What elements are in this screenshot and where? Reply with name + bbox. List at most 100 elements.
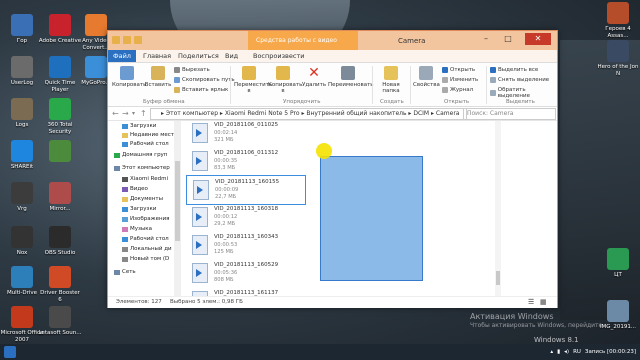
desktop-icon[interactable]: IMG_20191... xyxy=(596,300,640,331)
nav-item[interactable]: Этот компьютер xyxy=(114,165,170,171)
delete-button[interactable]: ✕ Удалить xyxy=(302,65,326,88)
app-icon xyxy=(49,306,71,328)
content-scroll-thumb[interactable] xyxy=(496,271,500,285)
invert-icon xyxy=(490,90,496,96)
nav-item[interactable]: Рабочий стол xyxy=(122,236,169,242)
nav-item[interactable]: Xiaomi Redmi xyxy=(122,176,168,182)
nav-item-label: Видео xyxy=(130,186,148,192)
nav-item[interactable]: Видео xyxy=(122,186,148,192)
desktop-icon[interactable]: OBS Studio xyxy=(38,226,82,257)
forward-icon[interactable]: → xyxy=(122,109,129,118)
file-item[interactable]: VID_20181106_011025 00:02:14 321 МБ xyxy=(186,121,304,147)
select-none-button[interactable]: Снять выделение xyxy=(490,77,549,83)
nav-item[interactable]: Рабочий стол xyxy=(122,141,169,147)
nav-item[interactable]: Новый том (D xyxy=(122,256,169,262)
history-button[interactable]: Журнал xyxy=(442,87,473,93)
network-icon[interactable]: ▮ xyxy=(557,349,560,355)
cut-button[interactable]: Вырезать xyxy=(174,67,210,73)
tab-file[interactable]: Файл xyxy=(108,50,136,62)
file-item[interactable]: VID_20181106_011312 00:00:35 83,3 МБ xyxy=(186,147,304,175)
volume-icon[interactable]: ◂) xyxy=(564,349,569,355)
nav-item-label: Документы xyxy=(130,196,163,202)
nav-item-label: Недавние мест xyxy=(130,132,174,138)
edit-button[interactable]: Изменить xyxy=(442,77,478,83)
desktop-icon[interactable]: ЦТ xyxy=(596,248,640,279)
paste-shortcut-button[interactable]: Вставить ярлык xyxy=(174,87,228,93)
nav-item[interactable]: Документы xyxy=(122,196,163,202)
ribbon: Копировать Вставить Вырезать Скопировать… xyxy=(108,63,557,107)
nav-scroll-thumb[interactable] xyxy=(175,161,180,241)
copy-button[interactable]: Копировать xyxy=(112,65,146,88)
back-icon[interactable]: ← xyxy=(112,109,119,118)
recent-chevron-icon[interactable]: ▾ xyxy=(132,110,135,117)
up-icon[interactable]: ↑ xyxy=(140,109,147,118)
nav-item[interactable]: Изображения xyxy=(122,216,169,222)
desktop-icon[interactable] xyxy=(38,140,82,164)
new-folder-icon[interactable] xyxy=(134,36,142,44)
desktop-icon-label: Mirror... xyxy=(49,206,71,212)
properties-button[interactable]: Свойства xyxy=(413,65,440,88)
tab-view[interactable]: Вид xyxy=(220,51,243,61)
recording-time: Запись [00:00:23] xyxy=(584,349,636,355)
nav-item[interactable]: Локальный ди xyxy=(122,246,172,252)
nav-scrollbar[interactable] xyxy=(174,121,181,296)
paste-button[interactable]: Вставить xyxy=(144,65,172,88)
file-item[interactable]: VID_20181113_160343 00:00:53 125 МБ xyxy=(186,231,304,259)
close-button[interactable]: ✕ xyxy=(525,33,551,45)
select-none-icon xyxy=(490,77,496,83)
desktop-icon[interactable]: Driver Booster 6 xyxy=(38,266,82,303)
nav-item-label: Изображения xyxy=(130,216,170,222)
nav-item[interactable]: Загрузки xyxy=(122,123,156,129)
folder-icon[interactable] xyxy=(112,36,120,44)
history-label: Журнал xyxy=(450,87,474,93)
move-to-button[interactable]: Переместить в xyxy=(234,65,272,94)
file-size: 22,7 МБ xyxy=(215,194,237,200)
file-item[interactable]: VID_20181113_16113700:00:1434,6 МБ xyxy=(186,287,304,296)
file-item[interactable]: VID_20181113_160318 00:00:12 29,2 МБ xyxy=(186,203,304,231)
select-all-button[interactable]: Выделить все xyxy=(490,67,538,73)
tab-share[interactable]: Поделиться xyxy=(173,51,224,61)
search-input[interactable]: Поиск: Camera xyxy=(463,108,556,120)
desktop-icon[interactable]: Hero of the Jon N xyxy=(596,40,640,77)
edit-label: Изменить xyxy=(450,77,479,83)
tab-play[interactable]: Воспроизвести xyxy=(248,51,309,61)
copy-path-button[interactable]: Скопировать путь xyxy=(174,77,235,83)
desktop-icon[interactable]: Letasoft Soun... xyxy=(38,306,82,337)
invert-selection-button[interactable]: Обратить выделение xyxy=(490,87,557,99)
app-icon xyxy=(607,300,629,322)
desktop-icon[interactable]: 360 Total Security xyxy=(38,98,82,135)
language-indicator[interactable]: RU xyxy=(573,349,581,355)
details-view-icon[interactable]: ☰ xyxy=(528,298,534,306)
maximize-button[interactable]: □ xyxy=(500,33,516,45)
rename-button[interactable]: Переименовать xyxy=(328,65,374,88)
nav-item[interactable]: Домашняя груп xyxy=(114,152,167,158)
tab-home[interactable]: Главная xyxy=(138,51,176,61)
file-item[interactable]: VID_20181113_160529 00:05:36 808 МБ xyxy=(186,259,304,287)
desktop-icon-label: Героев 4 Assas... xyxy=(605,26,631,39)
desktop-icon[interactable]: Mirror... xyxy=(38,182,82,213)
desktop-icon-label: Hero of the Jon N xyxy=(597,64,639,77)
minimize-button[interactable]: – xyxy=(478,33,494,45)
address-bar[interactable]: ▸ Этот компьютер ▸ Xiaomi Redmi Note 5 P… xyxy=(150,108,467,120)
group-create-label: Создать xyxy=(380,99,404,105)
new-folder-button[interactable]: Новая папка xyxy=(376,65,406,94)
selection-rectangle xyxy=(320,156,423,281)
tiles-view-icon[interactable]: ▦ xyxy=(540,298,547,306)
content-scrollbar[interactable] xyxy=(495,121,501,296)
app-icon xyxy=(85,56,107,78)
nav-item[interactable]: Недавние мест xyxy=(122,132,174,138)
nav-item[interactable]: Загрузки xyxy=(122,206,156,212)
nav-item[interactable]: Сеть xyxy=(114,269,136,275)
nav-item[interactable]: Музыка xyxy=(122,226,152,232)
folder-icon xyxy=(122,226,128,232)
desktop-icon[interactable]: Героев 4 Assas... xyxy=(596,2,640,39)
new-folder-label: Новая папка xyxy=(382,82,400,94)
start-button[interactable] xyxy=(4,346,16,358)
copy-to-button[interactable]: Копировать в xyxy=(268,65,302,94)
open-button[interactable]: Открыть xyxy=(442,67,475,73)
properties-icon[interactable] xyxy=(123,36,131,44)
app-icon xyxy=(11,226,33,248)
move-to-label: Переместить в xyxy=(234,82,273,94)
tray-chevron-icon[interactable]: ▴ xyxy=(550,349,553,355)
file-item[interactable]: VID_20181113_160155 00:00:09 22,7 МБ xyxy=(186,175,306,205)
